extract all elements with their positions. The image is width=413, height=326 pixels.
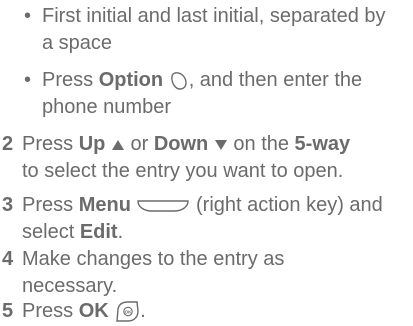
step-line: necessary.	[22, 275, 118, 297]
text: Press	[22, 300, 79, 322]
svg-text:OK: OK	[125, 309, 133, 314]
step-text: Press Up or Down on the 5-way to select …	[22, 131, 410, 185]
up-label: Up	[78, 133, 106, 155]
up-arrow-icon	[111, 138, 125, 152]
step-line: Make changes to the entry as	[22, 248, 285, 270]
option-label: Option	[98, 69, 164, 91]
step-number: 3	[2, 194, 14, 216]
bullet-item-option: • Press Option , and then enter the phon…	[24, 67, 410, 121]
text: or	[124, 133, 154, 155]
menu-label: Menu	[78, 194, 131, 216]
text: Press	[42, 69, 99, 91]
step-number: 5	[2, 300, 14, 322]
bullet-dot: •	[24, 5, 32, 27]
five-way-label: 5-way	[294, 133, 351, 155]
text: .	[140, 300, 146, 322]
step-line: to select the entry you want to open.	[22, 160, 344, 182]
edit-label: Edit	[79, 221, 118, 243]
text: Press	[22, 194, 79, 216]
bullet-item-initials: • First initial and last initial, separa…	[24, 3, 410, 57]
down-label: Down	[153, 133, 209, 155]
bullet-line: Press Option , and then enter the	[42, 67, 410, 94]
step-text: Press Menu (right action key) and select…	[22, 192, 410, 246]
text: (right action key) and	[190, 194, 383, 216]
text: .	[117, 221, 124, 243]
ok-label: OK	[78, 300, 109, 322]
step-number: 2	[2, 133, 14, 155]
bullet-line: a space	[42, 32, 113, 54]
down-arrow-icon	[214, 138, 228, 152]
bullet-line: First initial and last initial, separate…	[42, 5, 386, 27]
step-number: 4	[2, 248, 14, 270]
bullet-line: phone number	[42, 96, 171, 118]
ok-key-icon: OK	[114, 301, 140, 323]
text: select	[22, 221, 80, 243]
step-text: Make changes to the entry as necessary.	[22, 246, 410, 300]
instruction-page: • First initial and last initial, separa…	[0, 0, 413, 326]
menu-key-icon	[136, 198, 190, 214]
text: Press	[22, 133, 79, 155]
text: , and then enter the	[188, 69, 363, 91]
option-key-icon	[169, 71, 189, 91]
text: on the	[227, 133, 295, 155]
step-text: Press OK OK.	[22, 298, 410, 325]
bullet-dot: •	[24, 69, 32, 91]
